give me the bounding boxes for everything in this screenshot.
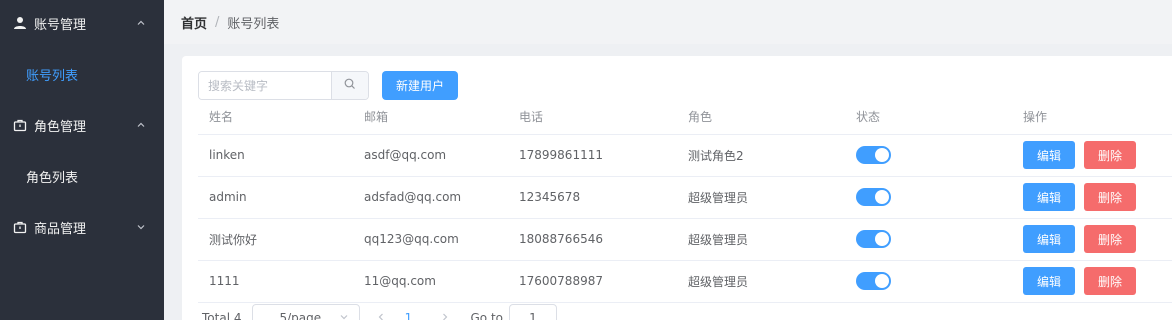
sidebar-item-account-list[interactable]: 账号列表 — [0, 46, 164, 102]
page-size-value: 5/page — [279, 311, 322, 320]
cell-role: 超级管理员 — [677, 218, 845, 261]
column-header-role: 角色 — [677, 100, 845, 135]
cell-status — [845, 176, 1012, 219]
edit-button[interactable]: 编辑 — [1023, 267, 1075, 295]
table-row: linken asdf@qq.com 17899861111 测试角色2 编辑删… — [198, 134, 1172, 177]
delete-button[interactable]: 删除 — [1084, 267, 1136, 295]
sidebar-item-label: 角色列表 — [26, 170, 79, 186]
new-user-button[interactable]: 新建用户 — [382, 71, 458, 100]
content-card: 新建用户 姓名 邮箱 电话 角色 状态 操作 linken asdf@qq.co… — [182, 56, 1172, 320]
edit-button[interactable]: 编辑 — [1023, 141, 1075, 169]
chevron-down-icon — [339, 311, 349, 320]
status-toggle[interactable] — [856, 146, 891, 164]
breadcrumb-separator: / — [215, 14, 220, 30]
prev-page-button[interactable] — [370, 311, 392, 320]
briefcase-icon — [12, 117, 28, 133]
chevron-up-icon — [136, 120, 146, 130]
page-number-current[interactable]: 1 — [392, 311, 424, 320]
cell-email: asdf@qq.com — [353, 134, 508, 177]
menu-group-product[interactable]: 商品管理 — [0, 204, 164, 250]
column-header-email: 邮箱 — [353, 100, 508, 135]
status-toggle[interactable] — [856, 188, 891, 206]
column-header-phone: 电话 — [508, 100, 677, 135]
menu-group-label: 角色管理 — [34, 119, 87, 135]
cell-phone: 17600788987 — [508, 260, 677, 303]
table-row: 1111 11@qq.com 17600788987 超级管理员 编辑 删除 — [198, 260, 1172, 303]
chevron-down-icon — [136, 222, 146, 232]
sidebar-item-label: 账号列表 — [26, 68, 79, 84]
table-header-row: 姓名 邮箱 电话 角色 状态 操作 — [198, 100, 1172, 135]
table-row: admin adsfad@qq.com 12345678 超级管理员 编辑 删除 — [198, 176, 1172, 219]
search-icon — [344, 78, 356, 94]
cell-email: adsfad@qq.com — [353, 176, 508, 219]
cell-name: admin — [198, 176, 353, 219]
status-toggle[interactable] — [856, 272, 891, 290]
chevron-left-icon — [376, 311, 386, 320]
toolbar: 新建用户 — [198, 71, 458, 100]
delete-button[interactable]: 删除 — [1084, 225, 1136, 253]
sidebar: 账号管理 账号列表 角色管理 角色列表 商品管理 — [0, 0, 164, 320]
breadcrumb-home[interactable]: 首页 — [181, 13, 207, 32]
menu-group-account[interactable]: 账号管理 — [0, 0, 164, 46]
sidebar-item-role-list[interactable]: 角色列表 — [0, 148, 164, 204]
cell-actions: 编辑 删除 — [1012, 218, 1172, 261]
cell-name: 测试你好 — [198, 218, 353, 261]
delete-button[interactable]: 删除 — [1084, 183, 1136, 211]
user-icon — [12, 15, 28, 31]
cell-name: 1111 — [198, 260, 353, 303]
cell-role: 超级管理员 — [677, 176, 845, 219]
cell-role: 超级管理员 — [677, 260, 845, 303]
cell-email: 11@qq.com — [353, 260, 508, 303]
cell-role: 测试角色2 — [677, 134, 845, 177]
pagination-total: Total 4 — [202, 311, 242, 320]
chevron-right-icon — [440, 311, 450, 320]
column-header-status: 状态 — [845, 100, 1012, 135]
next-page-button[interactable] — [434, 311, 456, 320]
menu-group-label: 账号管理 — [34, 17, 87, 33]
column-header-actions: 操作 — [1012, 100, 1172, 135]
status-toggle[interactable] — [856, 230, 891, 248]
page-size-select[interactable]: 5/page — [252, 304, 361, 320]
user-table: 姓名 邮箱 电话 角色 状态 操作 linken asdf@qq.com 178… — [198, 100, 1172, 303]
search-input[interactable] — [199, 72, 331, 99]
breadcrumb: 首页 / 账号列表 — [164, 0, 1172, 44]
cell-phone: 17899861111 — [508, 134, 677, 177]
menu-group-label: 商品管理 — [34, 221, 87, 237]
column-header-name: 姓名 — [198, 100, 353, 135]
breadcrumb-current: 账号列表 — [227, 16, 280, 32]
goto-page-input[interactable]: 1 — [509, 304, 557, 320]
cell-phone: 18088766546 — [508, 218, 677, 261]
edit-button[interactable]: 编辑 — [1023, 183, 1075, 211]
chevron-up-icon — [136, 18, 146, 28]
cell-phone: 12345678 — [508, 176, 677, 219]
cell-actions: 编辑 删除 — [1012, 134, 1172, 177]
pagination: Total 4 5/page 1 Go to 1 — [202, 304, 557, 320]
edit-button[interactable]: 编辑 — [1023, 225, 1075, 253]
delete-button[interactable]: 删除 — [1084, 141, 1136, 169]
menu-group-role[interactable]: 角色管理 — [0, 102, 164, 148]
cell-email: qq123@qq.com — [353, 218, 508, 261]
table-row: 测试你好 qq123@qq.com 18088766546 超级管理员 编辑 删除 — [198, 218, 1172, 261]
cell-status — [845, 260, 1012, 303]
cell-status — [845, 218, 1012, 261]
cell-actions: 编辑 删除 — [1012, 260, 1172, 303]
briefcase-icon — [12, 219, 28, 235]
goto-label: Go to — [470, 311, 503, 320]
cell-actions: 编辑 删除 — [1012, 176, 1172, 219]
search-button[interactable] — [331, 72, 368, 99]
search-box — [198, 71, 369, 100]
cell-name: linken — [198, 134, 353, 177]
cell-status — [845, 134, 1012, 177]
